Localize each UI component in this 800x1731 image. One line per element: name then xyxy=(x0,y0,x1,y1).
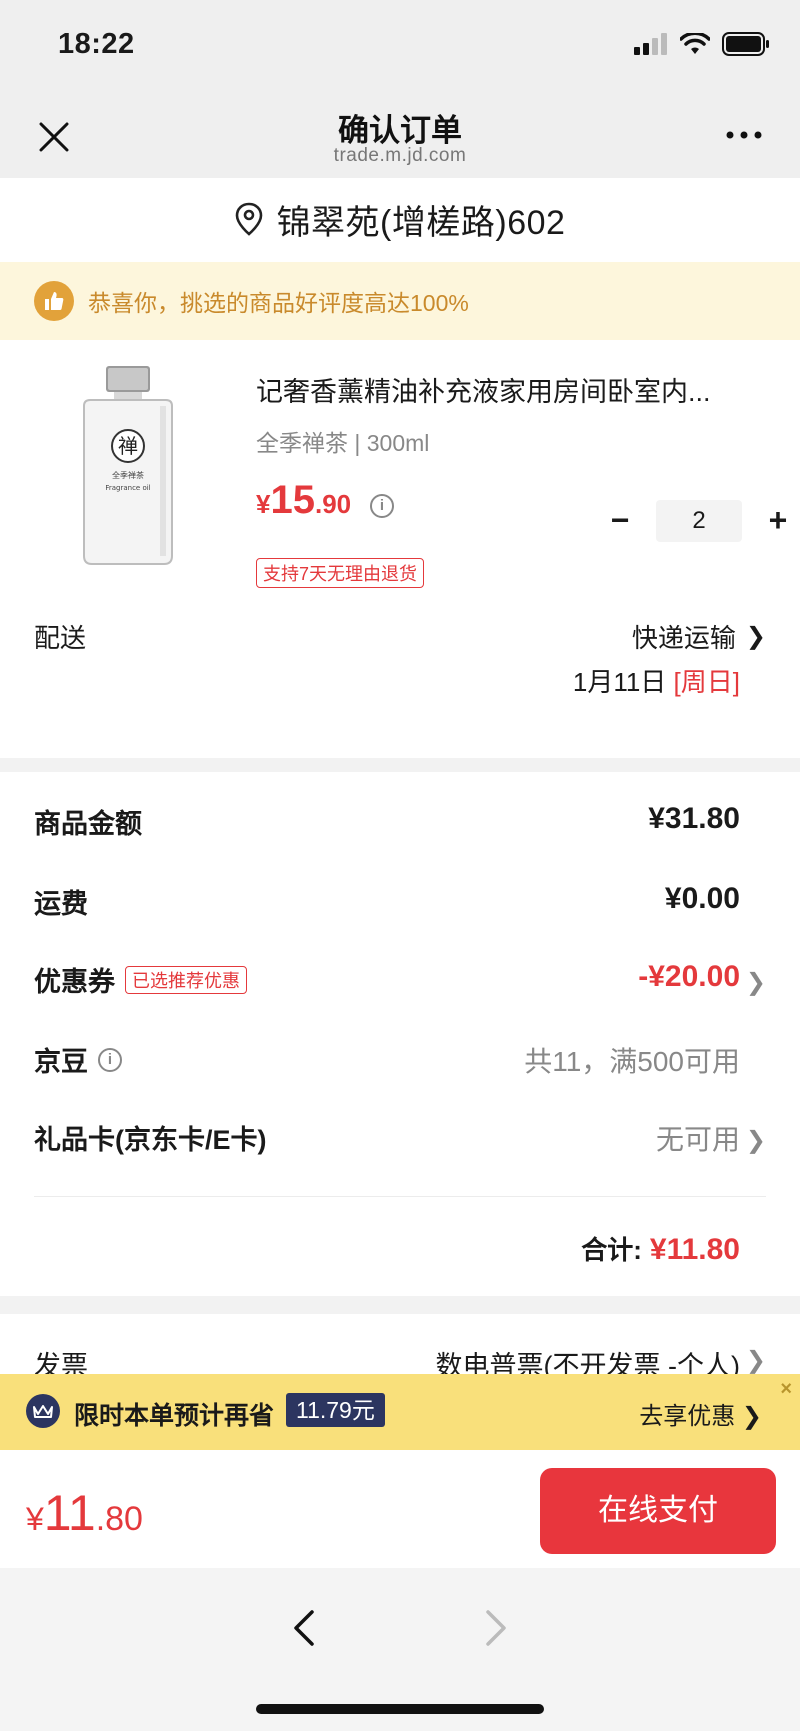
goods-amount-row: 商品金额 ¥31.80 xyxy=(34,802,800,852)
location-pin-icon xyxy=(235,202,262,236)
page-title: 确认订单 xyxy=(338,113,462,148)
close-icon[interactable]: × xyxy=(780,1378,792,1401)
payment-currency: ¥ xyxy=(26,1501,44,1537)
home-indicator[interactable] xyxy=(256,1704,544,1714)
thumbs-up-icon xyxy=(34,281,74,321)
delivery-day: [周日] xyxy=(673,667,740,697)
chevron-right-icon: ❯ xyxy=(745,969,766,996)
delivery-method-text: 快递运输 xyxy=(631,623,736,653)
goods-amount-value: ¥31.80 xyxy=(648,802,740,835)
product-card: 禅 全季禅茶 Fragrance oil 记奢香薰精油补充液家用房间卧室内...… xyxy=(0,340,800,758)
section-divider xyxy=(0,758,800,772)
product-image-brand: 全季禅茶 xyxy=(112,470,144,480)
status-bar: 18:22 xyxy=(0,0,800,95)
quantity-stepper: − 2 + xyxy=(604,500,794,542)
browser-toolbar xyxy=(0,1568,800,1731)
delivery-label: 配送 xyxy=(34,623,87,653)
status-icons xyxy=(634,32,770,56)
price-decimal: .90 xyxy=(314,489,352,519)
section-divider xyxy=(0,1296,800,1314)
quantity-value[interactable]: 2 xyxy=(656,500,742,542)
shipping-value: ¥0.00 xyxy=(664,882,740,915)
beans-value: 共11，满500可用 xyxy=(524,1046,740,1077)
payment-decimal: .80 xyxy=(95,1500,143,1538)
goods-amount-label: 商品金额 xyxy=(34,809,142,839)
order-total: 合计: ¥11.80 xyxy=(581,1230,740,1267)
status-time: 18:22 xyxy=(58,28,135,60)
notice-text: 恭喜你，挑选的商品好评度高达100% xyxy=(88,290,469,316)
promo-text: 限时本单预计再省 xyxy=(74,1402,275,1430)
delivery-date-text: 1月11日 xyxy=(572,667,667,697)
invoice-row[interactable]: 发票 数电普票(不开发票 -个人) ❯ xyxy=(0,1314,800,1381)
promo-amount: 11.79元 xyxy=(286,1393,385,1427)
page-url: trade.m.jd.com xyxy=(333,145,467,166)
product-image-glyph: 禅 xyxy=(118,434,138,458)
total-value: ¥11.80 xyxy=(649,1233,740,1266)
nav-bar: 确认订单 trade.m.jd.com xyxy=(0,95,800,178)
pay-online-button[interactable]: 在线支付 xyxy=(540,1468,776,1554)
back-arrow-icon[interactable] xyxy=(284,1598,324,1658)
forward-arrow-icon[interactable] xyxy=(476,1598,516,1658)
coupon-label-group: 优惠券 已选推荐优惠 xyxy=(34,960,247,999)
coupon-value: -¥20.00 xyxy=(638,960,740,993)
summary-divider xyxy=(34,1196,766,1197)
notice-bar: 恭喜你，挑选的商品好评度高达100% xyxy=(0,262,800,340)
address-bar[interactable]: 锦翠苑(增槎路)602 xyxy=(0,178,800,260)
shipping-label: 运费 xyxy=(34,889,88,919)
price-currency: ¥ xyxy=(256,489,271,519)
product-price: ¥15.90 xyxy=(256,478,351,523)
beans-label-group: 京豆 i xyxy=(34,1040,122,1079)
chevron-right-icon: ❯ xyxy=(745,1347,766,1374)
coupon-label: 优惠券 xyxy=(34,967,115,997)
payment-integer: 11 xyxy=(43,1485,96,1541)
address-text: 锦翠苑(增槎路)602 xyxy=(276,203,566,242)
beans-label: 京豆 xyxy=(34,1047,88,1077)
beans-row: 京豆 i 共11，满500可用 xyxy=(34,1040,800,1090)
product-image-sub: Fragrance oil xyxy=(105,484,150,492)
promo-link[interactable]: 去享优惠 ❯ xyxy=(639,1396,762,1431)
order-summary: 商品金额 ¥31.80 运费 ¥0.00 优惠券 已选推荐优惠 -¥20.00 … xyxy=(0,772,800,1296)
info-icon[interactable]: i xyxy=(370,494,394,518)
delivery-date: 1月11日 [周日] xyxy=(573,662,740,699)
crown-icon xyxy=(26,1394,60,1428)
giftcard-label: 礼品卡(京东卡/E卡) xyxy=(34,1125,267,1155)
product-spec[interactable]: 全季禅茶 | 300ml xyxy=(256,424,429,458)
increase-button[interactable]: + xyxy=(762,504,794,537)
chevron-right-icon: ❯ xyxy=(745,623,766,650)
coupon-tag: 已选推荐优惠 xyxy=(125,965,247,994)
giftcard-row[interactable]: 礼品卡(京东卡/E卡) 无可用 ❯ xyxy=(34,1118,800,1168)
total-label: 合计: xyxy=(581,1235,642,1265)
payment-total: ¥11.80 xyxy=(26,1484,143,1542)
return-policy-tag: 支持7天无理由退货 xyxy=(256,558,425,588)
more-icon[interactable] xyxy=(724,125,764,145)
decrease-button[interactable]: − xyxy=(604,504,636,537)
coupon-row[interactable]: 优惠券 已选推荐优惠 -¥20.00 ❯ xyxy=(34,960,800,1010)
wifi-icon xyxy=(680,33,710,54)
product-title[interactable]: 记奢香薰精油补充液家用房间卧室内... xyxy=(256,370,756,409)
payment-bar: ¥11.80 在线支付 xyxy=(0,1450,800,1568)
battery-icon xyxy=(722,32,769,56)
signal-icon xyxy=(634,33,667,55)
info-icon[interactable]: i xyxy=(98,1047,122,1072)
delivery-method[interactable]: 快递运输 ❯ xyxy=(632,618,766,655)
product-image[interactable]: 禅 全季禅茶 Fragrance oil xyxy=(76,366,180,566)
price-integer: 15 xyxy=(270,478,315,522)
shipping-row: 运费 ¥0.00 xyxy=(34,882,800,932)
chevron-right-icon: ❯ xyxy=(745,1127,766,1154)
giftcard-value: 无可用 xyxy=(655,1124,740,1155)
promo-banner: 限时本单预计再省 11.79元 去享优惠 ❯ × xyxy=(0,1374,800,1450)
